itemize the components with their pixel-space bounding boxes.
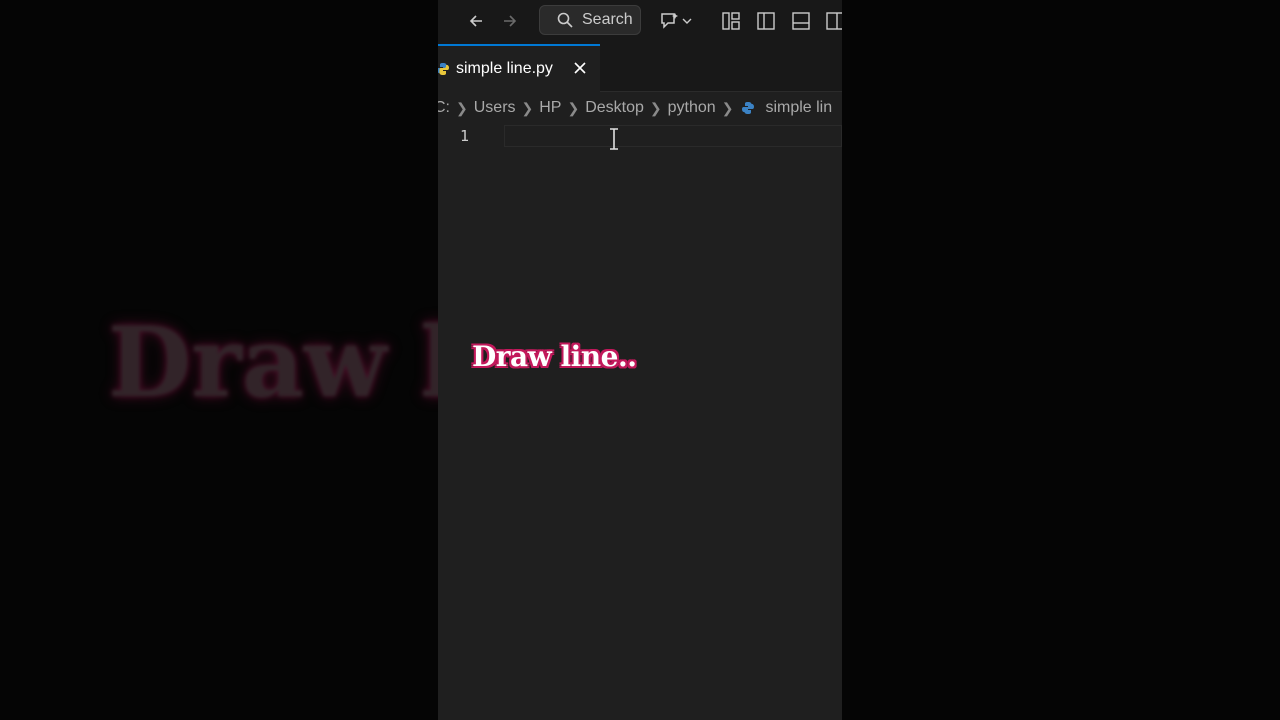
text-cursor-icon — [608, 127, 620, 151]
breadcrumb-item-desktop[interactable]: Desktop — [585, 99, 644, 117]
tab-label: simple line.py — [456, 60, 553, 77]
background-left-blur: Draw li — [0, 0, 438, 720]
tab-simple-line-py[interactable]: simple line.py — [438, 44, 600, 92]
chevron-down-icon[interactable] — [680, 8, 694, 34]
search-box[interactable]: Search — [539, 5, 641, 35]
breadcrumb-item-python[interactable]: python — [668, 99, 716, 117]
line-number: 1 — [460, 127, 470, 145]
breadcrumb-item-users[interactable]: Users — [474, 99, 516, 117]
chevron-right-icon: ❯ — [649, 99, 662, 116]
python-file-icon — [438, 62, 450, 76]
chevron-right-icon: ❯ — [456, 99, 468, 116]
chevron-right-icon: ❯ — [721, 99, 734, 116]
toggle-secondary-sidebar-icon[interactable] — [822, 8, 842, 34]
customize-layout-icon[interactable] — [718, 8, 744, 34]
chevron-right-icon: ❯ — [567, 99, 580, 116]
background-right — [842, 0, 1280, 720]
search-icon — [556, 11, 574, 29]
search-label: Search — [582, 11, 633, 28]
background-caption: Draw li — [108, 306, 438, 419]
back-arrow-icon[interactable] — [463, 8, 489, 34]
current-line-highlight[interactable] — [504, 125, 842, 147]
video-caption: Draw line.. — [472, 340, 637, 373]
toggle-panel-icon[interactable] — [788, 8, 814, 34]
close-icon[interactable] — [572, 60, 588, 76]
breadcrumb-item-file[interactable]: simple lin — [765, 99, 832, 117]
breadcrumb-item-hp[interactable]: HP — [539, 99, 561, 117]
chevron-right-icon: ❯ — [521, 99, 534, 116]
forward-arrow-icon[interactable] — [497, 8, 523, 34]
breadcrumb-item-drive[interactable]: C: — [438, 99, 450, 117]
python-file-icon — [741, 101, 755, 115]
tab-bar: simple line.py — [438, 44, 842, 92]
title-bar: Search — [438, 0, 842, 44]
breadcrumb: C: ❯ Users ❯ HP ❯ Desktop ❯ python ❯ sim… — [438, 94, 842, 122]
code-editor[interactable]: 1 — [438, 122, 842, 720]
toggle-primary-sidebar-icon[interactable] — [753, 8, 779, 34]
